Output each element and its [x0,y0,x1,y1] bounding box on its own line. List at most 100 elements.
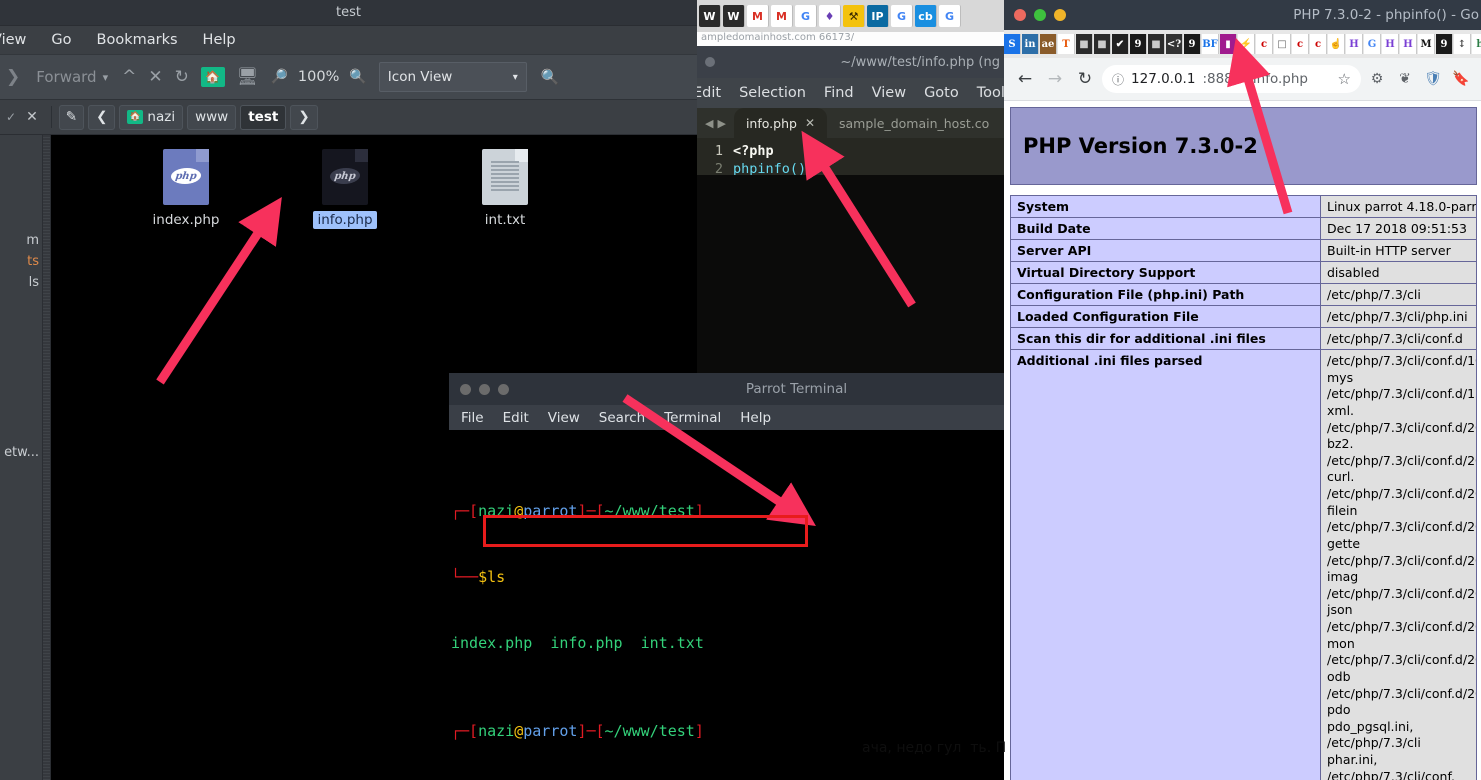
menu-view[interactable]: View [548,410,580,426]
forward-button[interactable]: Forward [26,68,100,86]
bookmark-icon[interactable]: □ [1274,34,1291,54]
close-window-button[interactable] [460,384,471,395]
chevron-right-icon[interactable]: ▶ [717,117,725,130]
bookmark-icon[interactable]: M [771,5,793,27]
chevron-down-icon[interactable]: ▾ [101,60,117,94]
back-button[interactable]: ← [1012,66,1038,92]
minimize-window-button[interactable] [479,384,490,395]
menu-edit[interactable]: Edit [697,85,721,101]
menu-file[interactable]: File [461,410,484,426]
bookmark-icon[interactable]: G [891,5,913,27]
bookmark-icon[interactable]: ⚒ [843,5,865,27]
bookmark-icon[interactable]: M [747,5,769,27]
bookmark-icon[interactable]: ▮ [1220,34,1237,54]
bookmark-icon[interactable]: ☝ [1328,34,1345,54]
bookmark-icon[interactable]: <? [1166,34,1183,54]
file-item-int-txt[interactable]: int.txt [450,149,560,229]
reload-button[interactable]: ↻ [169,60,195,94]
bookmark-icon[interactable]: W [723,5,745,27]
sidebar-item-fragment-1[interactable]: m [0,165,42,251]
bookmark-icon[interactable]: H [1346,34,1363,54]
bookmark-icon[interactable]: BF [1202,34,1219,54]
address-bar[interactable]: ⓘ 127.0.0.1:8880/info.php ☆ [1102,65,1361,93]
sidebar-item-fragment-4[interactable]: etw... [0,293,42,463]
breadcrumb-prev-button[interactable]: ❮ [88,104,116,130]
bookmark-icon[interactable]: c [1256,34,1273,54]
tab-scroll-arrows[interactable]: ◀ ▶ [697,108,734,138]
menu-search[interactable]: Search [599,410,645,426]
bookmark-icon[interactable]: 9 [1184,34,1201,54]
shield-icon[interactable]: 🛡 [1421,67,1445,91]
window-controls[interactable] [1014,9,1066,21]
menu-goto[interactable]: Goto [924,85,959,101]
bookmark-icon[interactable]: ✔ [1112,34,1129,54]
file-item-index-php[interactable]: php index.php [131,149,241,229]
bookmark-icon[interactable]: in [1022,34,1039,54]
bookmark-icon[interactable]: h [1472,34,1481,54]
zoom-in-button[interactable]: 🔍 [343,60,372,94]
zoom-out-button[interactable]: 🔎 [264,60,293,94]
maximize-window-button[interactable] [498,384,509,395]
menu-bookmarks[interactable]: Bookmarks [97,32,178,48]
menu-edit[interactable]: Edit [503,410,529,426]
bookmark-icon[interactable]: M [1418,34,1435,54]
puzzle-wheel-icon[interactable]: ⚙ [1365,67,1389,91]
bookmark-icon[interactable]: G [939,5,961,27]
bookmark-icon[interactable]: 9 [1130,34,1147,54]
tab-sample-domain-host[interactable]: sample_domain_host.co [827,108,1001,138]
search-icon[interactable]: 🔍 [535,60,566,94]
chevron-left-icon[interactable]: ◀ [705,117,713,130]
bookmark-icon[interactable]: c [1292,34,1309,54]
minimize-window-button[interactable] [1054,9,1066,21]
bookmark-icon[interactable]: ■ [1094,34,1111,54]
forward-button[interactable]: → [1042,66,1068,92]
menu-help[interactable]: Help [740,410,771,426]
bookmark-icon[interactable]: W [699,5,721,27]
menu-terminal[interactable]: Terminal [664,410,721,426]
home-button[interactable]: 🏠 [195,60,231,94]
bookmark-icon[interactable]: S [1004,34,1021,54]
window-controls[interactable] [460,384,509,395]
menu-tools[interactable]: Tools [977,85,1004,101]
breadcrumb-www[interactable]: www [187,104,237,130]
code-area[interactable]: 1 <?php 2 phpinfo() [697,138,1004,178]
bookmark-icon[interactable]: ⚡ [1238,34,1255,54]
reload-button[interactable]: ↻ [1072,66,1098,92]
bookmark-icon[interactable]: cb [915,5,937,27]
star-icon[interactable]: ☆ [1338,70,1351,88]
bookmark-icon[interactable]: IP [867,5,889,27]
close-icon[interactable]: ✕ [20,109,44,125]
menu-find[interactable]: Find [824,85,854,101]
breadcrumb-test[interactable]: test [240,104,287,130]
sidebar-item-fragment-3[interactable]: ls [0,272,42,293]
edit-path-button[interactable]: ✎ [58,104,85,130]
bookmark-icon[interactable]: ■ [1076,34,1093,54]
file-item-info-php[interactable]: php info.php [290,149,400,229]
maximize-window-button[interactable] [1034,9,1046,21]
share-icon[interactable]: ❦ [1393,67,1417,91]
menu-help[interactable]: Help [203,32,236,48]
browser-extension-icon[interactable]: 🔖 [1449,67,1473,91]
bookmark-icon[interactable]: ■ [1148,34,1165,54]
bookmark-icon[interactable]: c [1310,34,1327,54]
close-icon[interactable]: ✕ [805,116,815,130]
stop-button[interactable]: ✕ [142,60,168,94]
tab-info-php[interactable]: info.php ✕ [733,108,827,138]
window-button-icon[interactable] [705,57,715,67]
bookmark-icon[interactable]: H [1382,34,1399,54]
bookmark-icon[interactable]: 9 [1436,34,1453,54]
display-icon[interactable]: 🖥 [231,60,265,94]
sidebar-scrollbar[interactable] [42,135,51,780]
menu-go[interactable]: Go [51,32,71,48]
bookmark-icon[interactable]: G [1364,34,1381,54]
bookmark-icon[interactable]: T [1058,34,1075,54]
bookmark-icon[interactable]: ↕ [1454,34,1471,54]
menu-view[interactable]: View [872,85,906,101]
bookmark-icon[interactable]: ae [1040,34,1057,54]
sidebar-item-fragment-2[interactable]: ts [0,251,42,272]
breadcrumb-nazi[interactable]: 🏠 nazi [119,104,184,130]
view-mode-select[interactable]: Icon View ▾ [378,62,527,92]
tab-check-icon[interactable]: ✓ [2,110,16,124]
up-button[interactable]: ^ [116,60,142,94]
menu-selection[interactable]: Selection [739,85,806,101]
